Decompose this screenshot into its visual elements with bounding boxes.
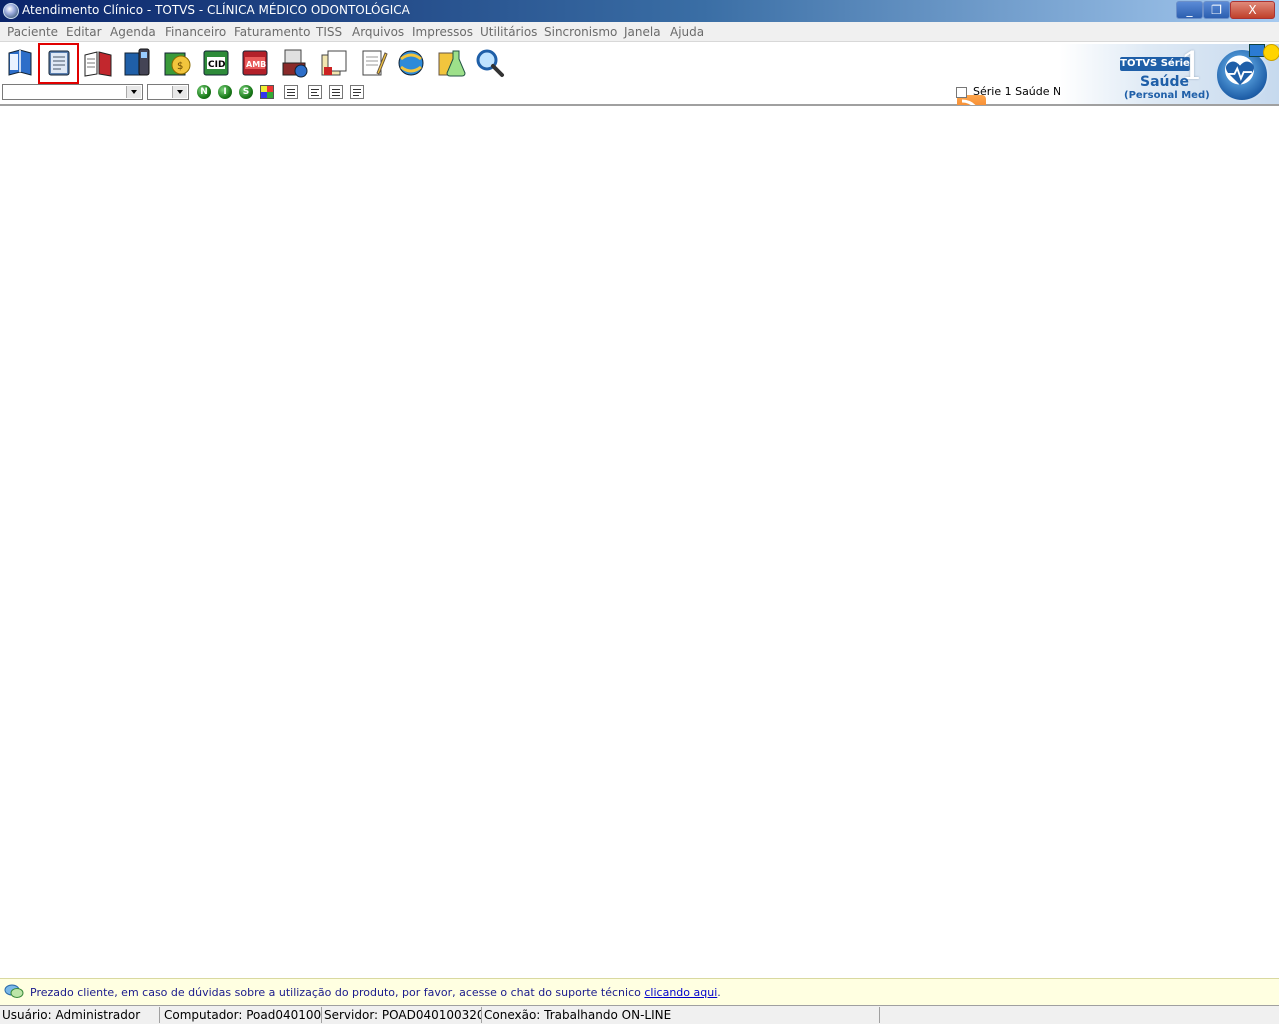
brand-edition: (Personal Med) xyxy=(1124,90,1210,101)
sync-globe-icon[interactable] xyxy=(395,47,427,79)
support-message-end: . xyxy=(717,986,721,999)
menu-impressos[interactable]: Impressos xyxy=(412,25,473,39)
mdi-workspace xyxy=(0,105,1279,978)
menu-faturamento[interactable]: Faturamento xyxy=(234,25,310,39)
stack-pages-icon[interactable] xyxy=(318,47,350,79)
minimize-button[interactable]: _ xyxy=(1176,1,1203,19)
notebook-pencil-icon[interactable] xyxy=(357,47,389,79)
menu-utilitarios[interactable]: Utilitários xyxy=(480,25,537,39)
support-chat-link[interactable]: clicando aqui xyxy=(644,986,717,999)
title-bar: Atendimento Clínico - TOTVS - CLÍNICA MÉ… xyxy=(0,0,1279,22)
menu-janela[interactable]: Janela xyxy=(624,25,661,39)
menu-arquivos[interactable]: Arquivos xyxy=(352,25,404,39)
support-bar: Prezado cliente, em caso de dúvidas sobr… xyxy=(0,978,1279,1005)
align-right-icon[interactable] xyxy=(350,85,364,99)
book-phone-icon[interactable] xyxy=(121,47,153,79)
smile-icon[interactable] xyxy=(1263,44,1279,61)
support-message-text: Prezado cliente, em caso de dúvidas sobr… xyxy=(30,986,645,999)
close-button[interactable]: X xyxy=(1230,1,1275,19)
magnifier-icon[interactable] xyxy=(474,47,506,79)
amb-book-icon[interactable]: AMB xyxy=(239,47,271,79)
align-center-icon[interactable] xyxy=(329,85,343,99)
status-computer: Computador: Poad040100320 xyxy=(164,1007,322,1023)
menu-agenda[interactable]: Agenda xyxy=(110,25,156,39)
maximize-button[interactable]: ❐ xyxy=(1203,1,1230,19)
status-extra xyxy=(882,1007,1279,1023)
font-name-select[interactable] xyxy=(2,84,143,100)
brand-logo: TOTVS Série 1 Saúde (Personal Med) xyxy=(1060,44,1279,104)
window-title: Atendimento Clínico - TOTVS - CLÍNICA MÉ… xyxy=(22,3,410,17)
font-size-select[interactable] xyxy=(147,84,189,100)
lab-flask-icon[interactable] xyxy=(435,47,467,79)
chevron-down-icon[interactable] xyxy=(172,86,187,98)
svg-text:$: $ xyxy=(177,61,183,72)
open-book-icon[interactable] xyxy=(82,47,114,79)
status-user: Usuário: Administrador xyxy=(0,1007,160,1023)
menu-tiss[interactable]: TISS xyxy=(316,25,342,39)
color-grid-icon[interactable] xyxy=(260,85,274,99)
money-book-icon[interactable]: $ xyxy=(161,47,193,79)
bullet-list-icon[interactable] xyxy=(284,85,298,99)
status-server: Servidor: POAD040100320\SQ xyxy=(322,1007,482,1023)
status-bar: Usuário: Administrador Computador: Poad0… xyxy=(0,1005,1279,1024)
italic-button[interactable]: I xyxy=(218,85,232,99)
cid-book-icon[interactable]: CID xyxy=(200,47,232,79)
chat-icon xyxy=(4,984,24,999)
news-checkbox[interactable] xyxy=(956,87,967,98)
strikeout-button[interactable]: S xyxy=(239,85,253,99)
menu-ajuda[interactable]: Ajuda xyxy=(670,25,704,39)
menu-paciente[interactable]: Paciente xyxy=(7,25,58,39)
menu-bar: Paciente Editar Agenda Financeiro Fatura… xyxy=(0,22,1279,42)
app-icon[interactable] xyxy=(3,3,19,19)
menu-editar[interactable]: Editar xyxy=(66,25,102,39)
cid-label: CID xyxy=(208,60,225,70)
blue-book-icon[interactable] xyxy=(4,47,36,79)
selected-button-highlight xyxy=(38,43,79,84)
align-left-icon[interactable] xyxy=(308,85,322,99)
support-message: Prezado cliente, em caso de dúvidas sobr… xyxy=(30,986,721,999)
chevron-down-icon[interactable] xyxy=(126,86,141,98)
brand-product: Saúde xyxy=(1140,74,1190,90)
status-connection: Conexão: Trabalhando ON-LINE xyxy=(482,1007,880,1023)
amb-label: AMB xyxy=(246,60,266,69)
menu-sincronismo[interactable]: Sincronismo xyxy=(544,25,617,39)
print-config-icon[interactable] xyxy=(279,47,311,79)
menu-financeiro[interactable]: Financeiro xyxy=(165,25,226,39)
bold-button[interactable]: N xyxy=(197,85,211,99)
